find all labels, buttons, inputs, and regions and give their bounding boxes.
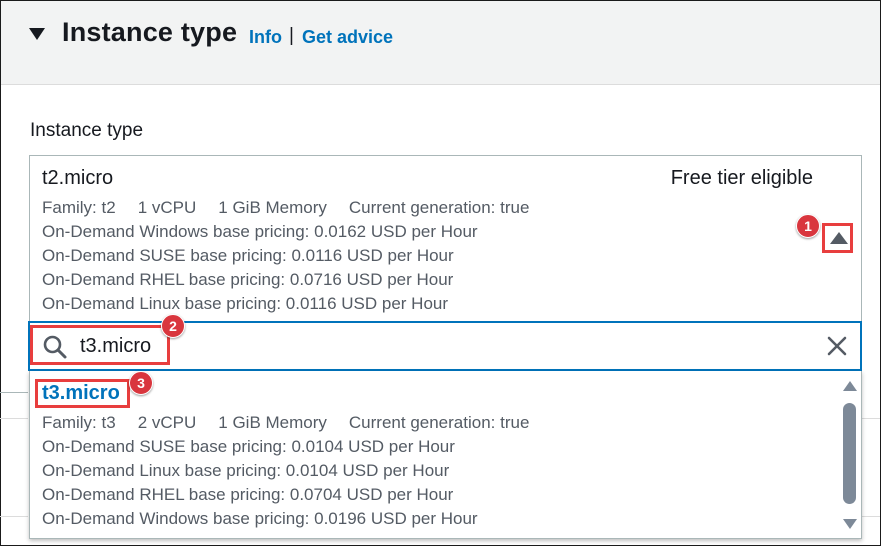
divider — [862, 516, 880, 517]
scroll-up-icon[interactable] — [843, 381, 857, 391]
free-tier-label: Free tier eligible — [670, 167, 813, 189]
memory-text: 1 GiB Memory — [218, 198, 327, 217]
vcpu-text: 2 vCPU — [137, 413, 197, 432]
dropdown-scrollbar[interactable] — [837, 371, 861, 539]
pricing-line: On-Demand Windows base pricing: 0.0162 U… — [42, 222, 478, 241]
family-text: Family: t3 — [42, 413, 116, 432]
scroll-thumb[interactable] — [843, 403, 856, 504]
callout-badge: 3 — [129, 371, 153, 395]
selected-specs: Family: t2 1 vCPU 1 GiB Memory Current gene… — [42, 198, 551, 218]
pricing-line: On-Demand SUSE base pricing: 0.0116 USD … — [42, 246, 454, 265]
selected-instance-name: t2.micro — [42, 167, 114, 189]
callout-badge: 1 — [796, 214, 820, 238]
highlight-box — [822, 223, 853, 253]
vcpu-text: 1 vCPU — [137, 198, 197, 217]
divider — [862, 418, 880, 419]
get-advice-link[interactable]: Get advice — [302, 27, 393, 48]
divider — [0, 392, 28, 393]
divider — [0, 418, 28, 419]
pricing-line: On-Demand Linux base pricing: 0.0104 USD… — [42, 461, 450, 480]
section-title: Instance type — [62, 17, 238, 47]
instance-type-label: Instance type — [30, 120, 144, 141]
option-specs: Family: t3 2 vCPU 1 GiB Memory Current gene… — [42, 413, 551, 433]
memory-text: 1 GiB Memory — [218, 413, 327, 432]
collapse-caret-icon[interactable] — [29, 28, 45, 40]
family-text: Family: t2 — [42, 198, 116, 217]
info-link[interactable]: Info — [249, 27, 282, 48]
highlight-box — [30, 325, 170, 365]
link-separator: | — [289, 25, 294, 46]
generation-text: Current generation: true — [348, 198, 530, 217]
generation-text: Current generation: true — [348, 413, 530, 432]
instance-type-dropdown: t3.micro Family: t3 2 vCPU 1 GiB Memory Cur… — [29, 371, 862, 539]
clear-icon[interactable] — [826, 335, 848, 357]
section-header: Instance type Info | Get advice — [1, 1, 880, 85]
pricing-line: On-Demand RHEL base pricing: 0.0704 USD … — [42, 485, 454, 504]
highlight-box — [35, 379, 130, 408]
callout-badge: 2 — [161, 314, 185, 338]
pricing-line: On-Demand SUSE base pricing: 0.0104 USD … — [42, 437, 455, 456]
instance-type-select[interactable]: t2.micro Free tier eligible Family: t2 1 … — [29, 155, 862, 321]
scroll-down-icon[interactable] — [843, 519, 857, 529]
pricing-line: On-Demand RHEL base pricing: 0.0716 USD … — [42, 270, 454, 289]
pricing-line: On-Demand Windows base pricing: 0.0196 U… — [42, 509, 478, 528]
divider — [0, 516, 28, 517]
pricing-line: On-Demand Linux base pricing: 0.0116 USD… — [42, 294, 449, 313]
